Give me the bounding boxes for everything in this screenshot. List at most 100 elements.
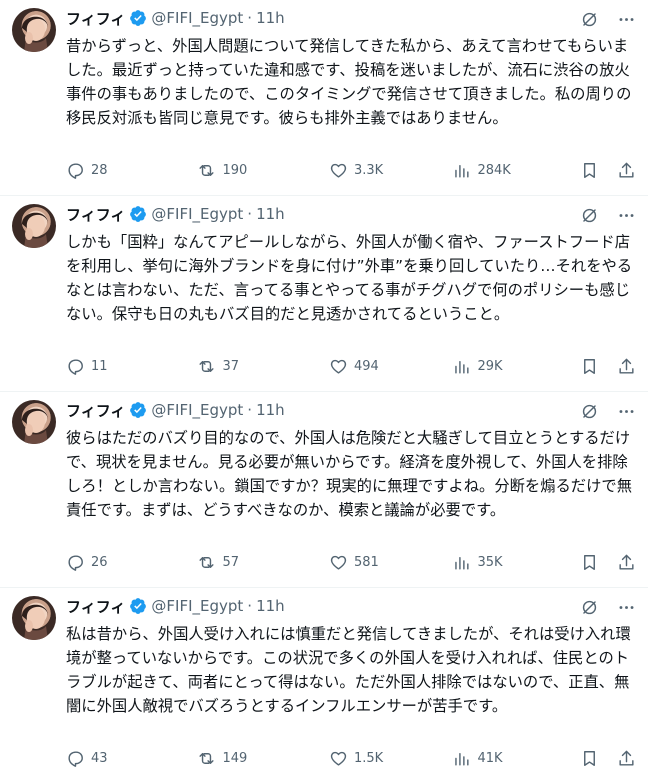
- views-count: 35K: [477, 554, 503, 570]
- author-name[interactable]: フィフィ: [66, 400, 125, 421]
- more-dots-icon[interactable]: [617, 402, 636, 421]
- views-button[interactable]: 29K: [452, 357, 580, 376]
- verified-badge-icon: [129, 401, 147, 419]
- action-bar: 26 57 581 35K: [66, 552, 636, 572]
- avatar[interactable]: [12, 596, 56, 640]
- bookmark-icon: [584, 554, 595, 570]
- separator-dot: ·: [247, 205, 253, 223]
- repost-count: 190: [222, 162, 248, 178]
- views-count: 284K: [477, 162, 511, 178]
- repost-count: 37: [222, 358, 240, 374]
- views-chart-icon: [455, 752, 470, 766]
- reply-count: 11: [91, 358, 108, 374]
- heart-icon: [330, 751, 347, 766]
- action-bar: 28 190 3.3K 284K: [66, 160, 636, 180]
- author-name[interactable]: フィフィ: [66, 204, 125, 225]
- repost-button[interactable]: 190: [197, 161, 328, 180]
- like-count: 581: [353, 554, 379, 570]
- tweet[interactable]: フィフィ @FIFI_Egypt · 11h 私は昔から、外国人受け入れには慎重…: [0, 588, 648, 784]
- repost-icon: [199, 360, 215, 372]
- separator-dot: ·: [247, 9, 253, 27]
- avatar[interactable]: [12, 8, 56, 52]
- separator-dot: ·: [247, 597, 253, 615]
- like-button[interactable]: 494: [329, 357, 453, 376]
- tweet-text: 私は昔から、外国人受け入れには慎重だと発信してきましたが、それは受け入れ環境が整…: [66, 625, 631, 715]
- like-count: 494: [353, 358, 379, 374]
- avatar[interactable]: [12, 400, 56, 444]
- views-chart-icon: [455, 360, 470, 374]
- timestamp[interactable]: 11h: [256, 401, 285, 419]
- bookmark-icon: [584, 358, 595, 374]
- repost-count: 57: [222, 554, 240, 570]
- verified-badge-icon: [129, 9, 147, 27]
- repost-icon: [199, 556, 215, 568]
- reply-icon: [68, 554, 83, 571]
- timestamp[interactable]: 11h: [256, 205, 285, 223]
- repost-button[interactable]: 57: [197, 553, 328, 572]
- repost-button[interactable]: 37: [197, 357, 328, 376]
- author-name[interactable]: フィフィ: [66, 596, 125, 617]
- views-chart-icon: [455, 556, 470, 570]
- repost-button[interactable]: 149: [197, 749, 328, 768]
- share-button[interactable]: [617, 749, 636, 768]
- verified-badge-icon: [129, 205, 147, 223]
- share-button[interactable]: [617, 357, 636, 376]
- more-dots-icon[interactable]: [617, 598, 636, 617]
- bookmark-icon: [584, 750, 595, 766]
- tweet[interactable]: フィフィ @FIFI_Egypt · 11h 彼らはただのバズり目的なので、外国…: [0, 392, 648, 588]
- like-count: 1.5K: [353, 750, 384, 766]
- heart-icon: [330, 163, 347, 178]
- timestamp[interactable]: 11h: [256, 9, 285, 27]
- views-count: 41K: [477, 750, 503, 766]
- views-button[interactable]: 284K: [452, 161, 580, 180]
- reply-count: 28: [91, 162, 108, 178]
- share-icon: [619, 554, 634, 570]
- repost-icon: [199, 164, 215, 176]
- author-handle[interactable]: @FIFI_Egypt: [151, 205, 243, 223]
- tweet[interactable]: フィフィ @FIFI_Egypt · 11h しかも「国粋」なんてアピールしなが…: [0, 196, 648, 392]
- tweet[interactable]: フィフィ @FIFI_Egypt · 11h 昔からずっと、外国人問題について発…: [0, 0, 648, 196]
- action-bar: 11 37 494 29K: [66, 356, 636, 376]
- author-name[interactable]: フィフィ: [66, 8, 125, 29]
- avatar[interactable]: [12, 204, 56, 248]
- grok-icon[interactable]: [580, 598, 599, 617]
- share-button[interactable]: [617, 553, 636, 572]
- reply-icon: [68, 358, 83, 375]
- tweet-text: 彼らはただのバズり目的なので、外国人は危険だと大騒ぎして目立とうとするだけで、現…: [66, 429, 632, 519]
- reply-button[interactable]: 43: [66, 749, 197, 768]
- reply-button[interactable]: 28: [66, 161, 197, 180]
- bookmark-button[interactable]: [580, 749, 599, 768]
- bookmark-icon: [584, 162, 595, 178]
- bookmark-button[interactable]: [580, 357, 599, 376]
- tweet-text: 昔からずっと、外国人問題について発信してきた私から、あえて言わせてもらいました。…: [66, 37, 632, 127]
- views-button[interactable]: 35K: [452, 553, 580, 572]
- reply-button[interactable]: 11: [66, 357, 197, 376]
- reply-button[interactable]: 26: [66, 553, 197, 572]
- reply-count: 26: [91, 554, 108, 570]
- author-handle[interactable]: @FIFI_Egypt: [151, 597, 243, 615]
- grok-icon[interactable]: [580, 206, 599, 225]
- author-handle[interactable]: @FIFI_Egypt: [151, 401, 243, 419]
- reply-icon: [68, 750, 83, 767]
- bookmark-button[interactable]: [580, 553, 599, 572]
- share-button[interactable]: [617, 161, 636, 180]
- like-button[interactable]: 581: [329, 553, 453, 572]
- repost-icon: [199, 752, 215, 764]
- grok-icon[interactable]: [580, 10, 599, 29]
- share-icon: [619, 358, 634, 374]
- timestamp[interactable]: 11h: [256, 597, 285, 615]
- separator-dot: ·: [247, 401, 253, 419]
- views-chart-icon: [455, 164, 470, 178]
- bookmark-button[interactable]: [580, 161, 599, 180]
- reply-count: 43: [91, 750, 108, 766]
- more-dots-icon[interactable]: [617, 206, 636, 225]
- views-button[interactable]: 41K: [452, 749, 580, 768]
- share-icon: [619, 750, 634, 766]
- like-button[interactable]: 1.5K: [329, 749, 453, 768]
- heart-icon: [330, 555, 347, 570]
- grok-icon[interactable]: [580, 402, 599, 421]
- tweet-text: しかも「国粋」なんてアピールしながら、外国人が働く宿や、ファーストフード店を利用…: [66, 233, 633, 323]
- author-handle[interactable]: @FIFI_Egypt: [151, 9, 243, 27]
- more-dots-icon[interactable]: [617, 10, 636, 29]
- like-button[interactable]: 3.3K: [329, 161, 453, 180]
